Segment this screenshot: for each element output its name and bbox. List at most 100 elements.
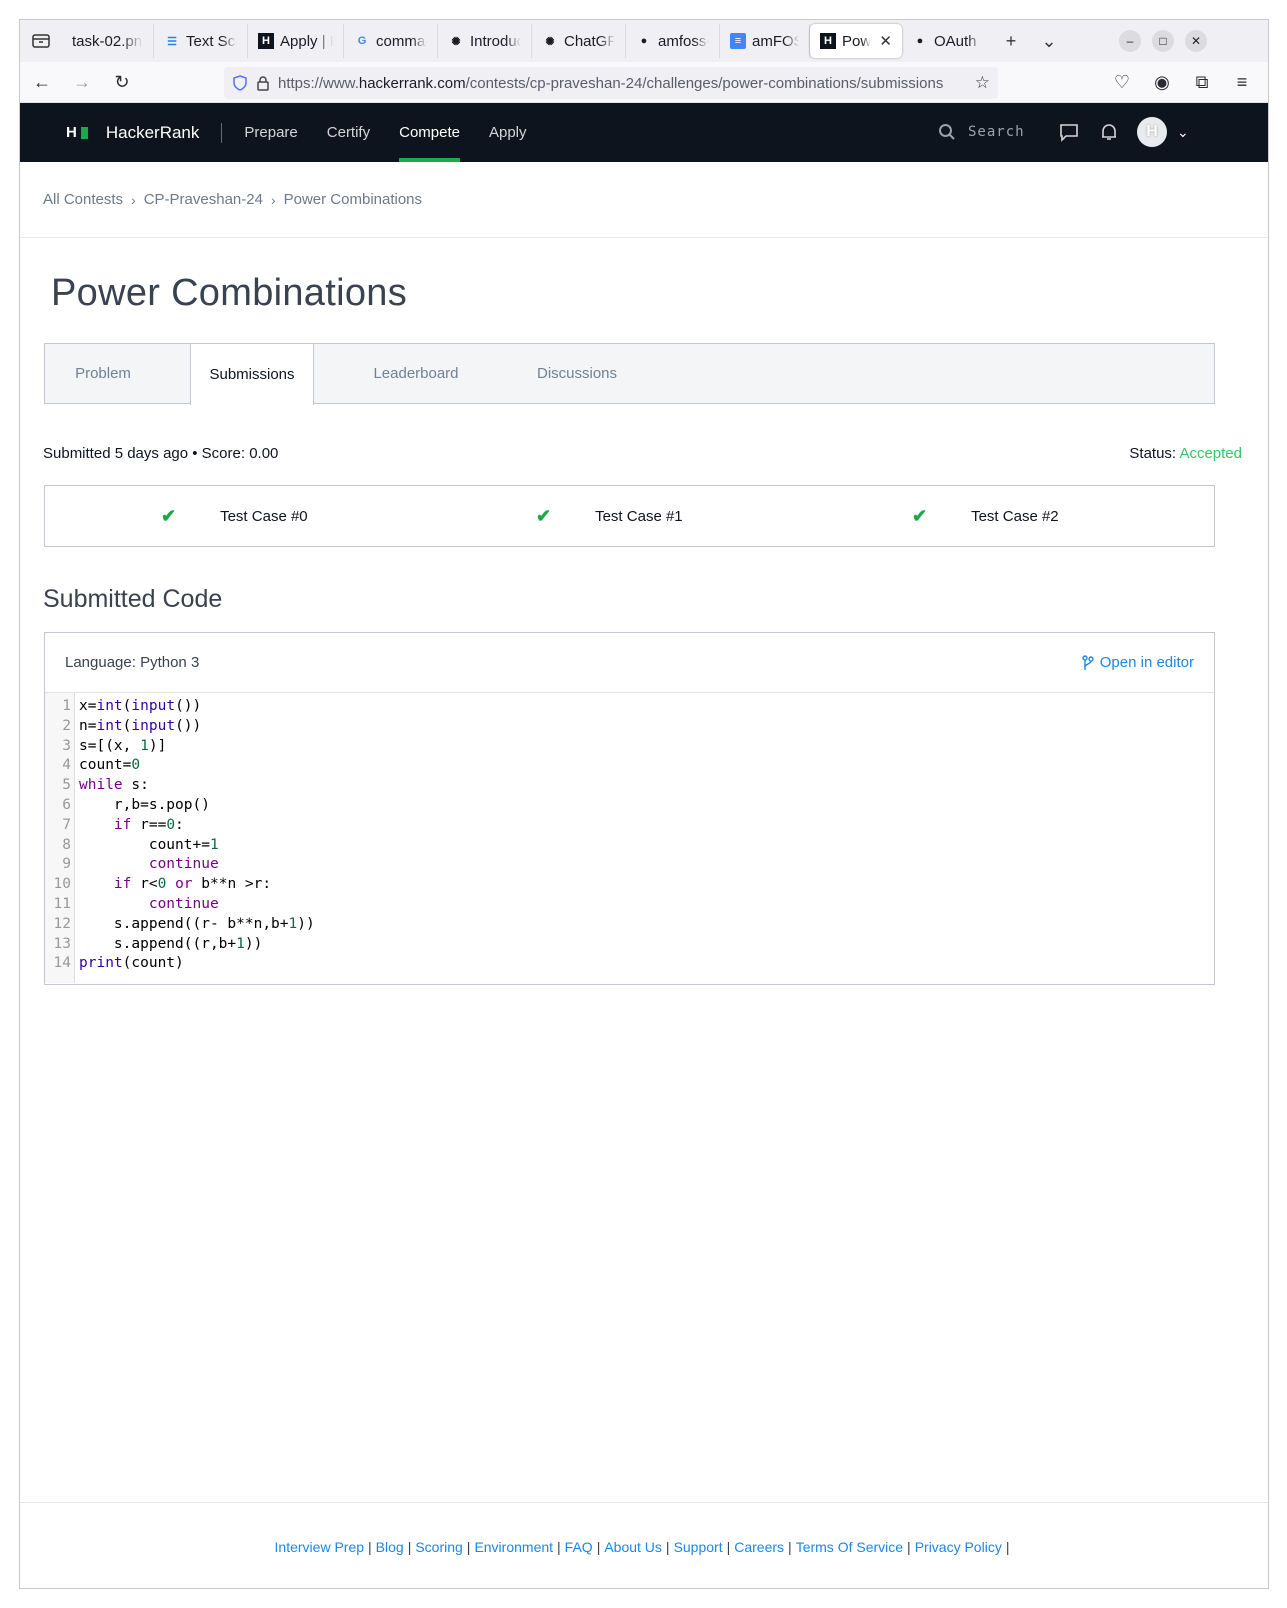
footer-separator: | [1005, 1538, 1010, 1555]
tab-overflow-button[interactable]: ⌄ [1030, 24, 1068, 58]
openai-icon: ✺ [451, 35, 461, 48]
code-text: continue [148, 895, 219, 912]
footer-link[interactable]: About Us [604, 1539, 662, 1555]
hamburger-icon: ≡ [1236, 71, 1248, 92]
line-number: 14 [53, 955, 71, 972]
footer-separator: | [596, 1538, 601, 1555]
browser-tab-title: Apply | H [280, 32, 333, 50]
breadcrumb-all-contests[interactable]: All Contests [43, 191, 123, 208]
footer-separator: | [665, 1538, 670, 1555]
test-case[interactable]: ✔ Test Case #2 [912, 486, 1059, 546]
check-icon: ✔ [536, 505, 552, 526]
tab-discussions[interactable]: Discussions [520, 343, 634, 404]
browser-tab[interactable]: ✺ Introduc [438, 24, 532, 58]
code-line: 14 print(count) [45, 954, 1214, 974]
line-number: 10 [53, 876, 71, 893]
back-button[interactable]: ← [24, 66, 60, 98]
logo-h-icon: H [66, 124, 77, 141]
breadcrumb-contest[interactable]: CP-Praveshan-24 [144, 191, 263, 208]
reload-button[interactable]: ↻ [104, 66, 140, 98]
code-line: 12 s.append((r- b**n,b+1)) [45, 915, 1214, 935]
url-path: /contests/cp-praveshan-24/challenges/pow… [465, 74, 944, 92]
browser-tab[interactable]: ✺ ChatGPT [532, 24, 626, 58]
line-number: 6 [62, 796, 71, 813]
browser-tab[interactable]: H Apply | H [248, 24, 344, 58]
test-case-label: Test Case #0 [220, 507, 308, 525]
close-icon[interactable]: ✕ [879, 32, 892, 50]
footer-link[interactable]: FAQ [565, 1539, 593, 1555]
line-number: 13 [53, 935, 71, 952]
hackerrank-logo[interactable]: H [66, 124, 88, 141]
open-in-editor-label: Open in editor [1099, 654, 1194, 671]
minimize-button[interactable]: – [1119, 30, 1141, 52]
footer: Interview Prep | Blog | Scoring | Environment |… [20, 1502, 1268, 1588]
search-icon [939, 124, 955, 140]
line-number: 11 [53, 895, 71, 912]
code-line: 13 s.append((r,b+1)) [45, 935, 1214, 955]
test-case[interactable]: ✔ Test Case #0 [161, 486, 308, 546]
footer-link[interactable]: Blog [376, 1539, 404, 1555]
browser-tab[interactable]: task-02.png [62, 24, 154, 58]
footer-separator: | [788, 1538, 792, 1555]
browser-tab-active[interactable]: H Power ✕ [810, 24, 902, 58]
maximize-button[interactable]: □ [1152, 30, 1174, 52]
code-editor[interactable]: 1 x=int(input()) 2 n=int(input()) 3 s=[(x, 1)… [45, 693, 1214, 983]
bookmark-star-icon[interactable]: ☆ [970, 73, 990, 93]
footer-separator: | [407, 1538, 412, 1555]
breadcrumb-challenge[interactable]: Power Combinations [284, 191, 422, 208]
hackerrank-icon: H [258, 33, 274, 49]
code-line: 11 continue [45, 895, 1214, 915]
profile-menu[interactable]: H ⌄ [1137, 117, 1189, 147]
browser-tab[interactable]: ≡ amFOSS [720, 24, 810, 58]
url-bar[interactable]: https://www.hackerrank.com/contests/cp-p… [224, 67, 998, 99]
brand-name[interactable]: HackerRank [106, 123, 200, 143]
footer-link[interactable]: Environment [474, 1539, 553, 1555]
browser-tab-title: amFOSS [752, 32, 799, 50]
branch-icon [1082, 654, 1094, 670]
browser-tab-title: comman [376, 32, 427, 50]
line-number: 7 [62, 816, 71, 833]
footer-link[interactable]: Terms Of Service [796, 1539, 903, 1555]
new-tab-button[interactable]: + [992, 24, 1030, 58]
browser-tab[interactable]: ● amfoss-l [626, 24, 720, 58]
search-box[interactable]: Search [938, 123, 1025, 141]
menu-button[interactable]: ≡ [1226, 66, 1258, 98]
tab-submissions[interactable]: Submissions [190, 343, 314, 405]
nav-prepare[interactable]: Prepare [244, 103, 297, 162]
footer-link[interactable]: Careers [734, 1539, 784, 1555]
line-number: 12 [53, 915, 71, 932]
nav-certify[interactable]: Certify [327, 103, 370, 162]
footer-link[interactable]: Privacy Policy [915, 1539, 1002, 1555]
messages-button[interactable] [1057, 117, 1081, 147]
footer-link[interactable]: Support [674, 1539, 723, 1555]
code-line: 6 r,b=s.pop() [45, 796, 1214, 816]
arrow-left-icon: ← [33, 71, 51, 92]
line-number: 2 [62, 717, 71, 734]
open-in-editor-link[interactable]: Open in editor [1082, 654, 1194, 671]
hackerrank-icon: H [820, 33, 836, 49]
browser-tab[interactable]: ● OAuth a [902, 24, 992, 58]
close-window-button[interactable]: ✕ [1185, 30, 1207, 52]
code-line: 1 x=int(input()) [45, 697, 1214, 717]
account-button[interactable]: ◉ [1146, 66, 1178, 98]
code-text: n=int(input()) [79, 717, 202, 734]
nav-compete[interactable]: Compete [399, 103, 460, 162]
nav-apply[interactable]: Apply [489, 103, 527, 162]
page-title: Power Combinations [51, 272, 408, 314]
forward-button[interactable]: → [64, 66, 100, 98]
footer-link[interactable]: Scoring [415, 1539, 462, 1555]
browser-tab[interactable]: G comman [344, 24, 438, 58]
footer-separator: | [907, 1538, 911, 1555]
chevron-down-icon: ⌄ [1177, 123, 1189, 140]
notifications-button[interactable] [1097, 117, 1121, 147]
extensions-button[interactable]: ⧉ [1186, 66, 1218, 98]
footer-link[interactable]: Interview Prep [275, 1539, 364, 1555]
tab-problem[interactable]: Problem [45, 343, 161, 404]
pocket-button[interactable]: ♡ [1106, 66, 1138, 98]
tab-leaderboard[interactable]: Leaderboard [355, 343, 477, 404]
test-case[interactable]: ✔ Test Case #1 [536, 486, 683, 546]
footer-links: Interview Prep | Blog | Scoring | Environment |… [275, 1539, 1014, 1555]
tab-list-button[interactable] [20, 20, 62, 62]
browser-tab[interactable]: ☰ Text Sca [154, 24, 248, 58]
line-number: 5 [62, 777, 71, 794]
